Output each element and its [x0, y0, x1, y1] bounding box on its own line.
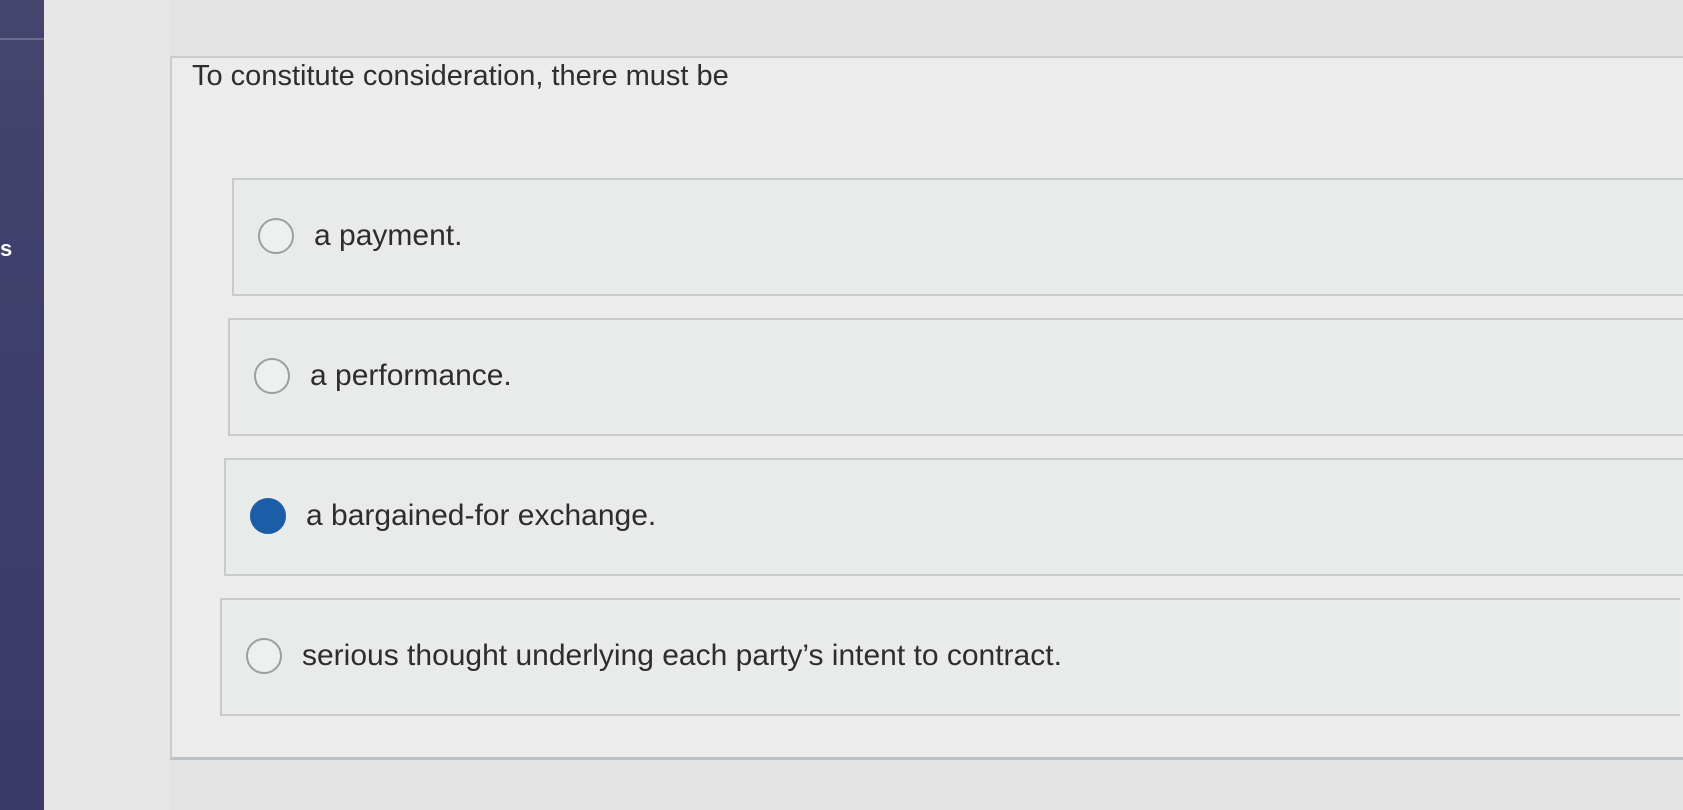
answer-option-performance[interactable]: a performance.: [228, 318, 1683, 436]
left-sidebar: s: [0, 0, 44, 810]
answer-option-payment[interactable]: a payment.: [232, 178, 1683, 296]
answer-option-label: a performance.: [310, 359, 512, 392]
page-gutter: [44, 0, 170, 810]
answer-option-serious-thought[interactable]: serious thought underlying each party’s …: [220, 598, 1680, 716]
radio-button-unselected[interactable]: [254, 358, 290, 394]
answer-option-label: a bargained-for exchange.: [306, 499, 657, 532]
radio-button-selected[interactable]: [250, 498, 286, 534]
answer-option-label: serious thought underlying each party’s …: [302, 639, 1062, 672]
question-text: To constitute consideration, there must …: [192, 60, 729, 92]
answer-option-bargained-exchange[interactable]: a bargained-for exchange.: [224, 458, 1683, 576]
radio-button-unselected[interactable]: [258, 218, 294, 254]
radio-button-unselected[interactable]: [246, 638, 282, 674]
sidebar-label: s: [0, 236, 13, 261]
answer-option-label: a payment.: [314, 219, 463, 252]
